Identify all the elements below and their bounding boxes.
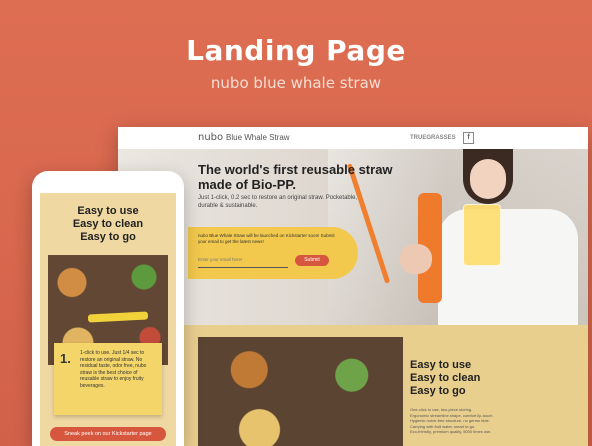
phone-title-line: Easy to use <box>77 205 139 217</box>
hero-body: Just 1-click, 0.2 sec to restore an orig… <box>198 195 358 209</box>
features-title-line: Easy to use <box>410 359 472 371</box>
brand-label[interactable]: TRUEGRASSES <box>410 135 456 141</box>
facebook-icon[interactable]: f <box>463 132 474 144</box>
food-photo <box>198 337 403 446</box>
model-body <box>438 209 578 325</box>
hero-headline: The world's first reusable straw made of… <box>198 162 393 192</box>
desktop-mockup: nubo Blue Whale Straw TRUEGRASSES f The … <box>118 127 588 446</box>
phone-title: Easy to use Easy to clean Easy to go <box>40 205 176 244</box>
page-title: Landing Page <box>186 34 406 67</box>
features-title-line: Easy to clean <box>410 372 481 384</box>
step-number: 1. <box>60 351 71 366</box>
page-subtitle: nubo blue whale straw <box>210 74 382 92</box>
phone-mockup: Easy to use Easy to clean Easy to go 1. … <box>32 171 184 446</box>
phone-title-line: Easy to clean <box>72 218 144 230</box>
model-hand <box>400 244 432 274</box>
phone-screen: Easy to use Easy to clean Easy to go 1. … <box>40 193 176 446</box>
email-input[interactable]: Enter your email here! <box>198 257 288 268</box>
features-title: Easy to use Easy to clean Easy to go <box>410 359 570 398</box>
product-name: Blue Whale Straw <box>226 133 290 142</box>
submit-button[interactable]: Submit <box>295 255 329 266</box>
features-title-line: Easy to go <box>410 385 466 397</box>
phone-title-line: Easy to go <box>80 231 136 243</box>
features-list: One-click to use, two-piece storing. Erg… <box>410 407 580 435</box>
desktop-navbar: nubo Blue Whale Straw TRUEGRASSES f <box>118 127 588 150</box>
list-item: Eco-friendly, premium quality, 5000 time… <box>410 429 492 434</box>
signup-message: nubo Blue Whale Straw will be launched o… <box>198 233 335 244</box>
step-description: 1-click to use. Just 1/4 sec to restore … <box>80 350 147 389</box>
kickstarter-button[interactable]: Sneak peek on our Kickstarter page <box>50 427 166 441</box>
drink-cup <box>463 204 501 266</box>
feature-note: 1. 1-click to use. Just 1/4 sec to resto… <box>54 343 162 415</box>
model-face <box>470 159 506 199</box>
nubo-logo[interactable]: nubo <box>198 132 223 143</box>
signup-form: nubo Blue Whale Straw will be launched o… <box>188 227 358 279</box>
